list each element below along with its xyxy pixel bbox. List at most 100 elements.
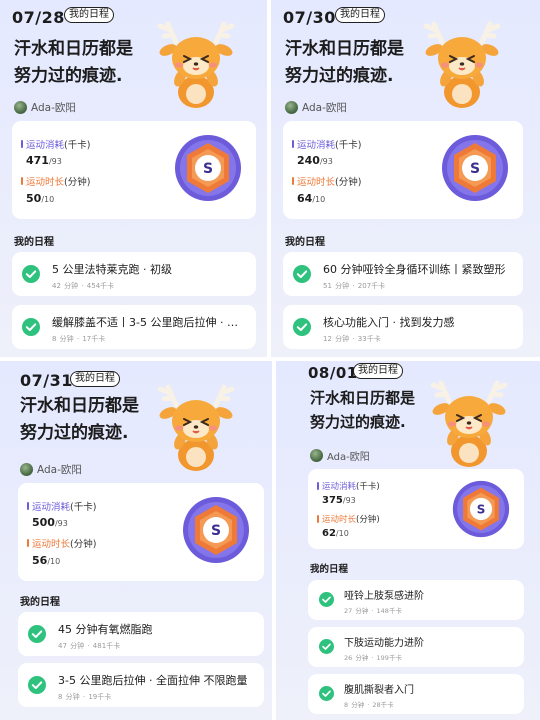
duration-value: 64/10: [297, 192, 326, 205]
my-schedule-tag[interactable]: 我的日程: [353, 363, 403, 379]
schedule-item[interactable]: 缓解膝盖不适丨3-5 公里跑后拉伸 · 全面拉伸 8 分钟 · 17千卡: [12, 305, 256, 349]
headline-line-2: 努力过的痕迹.: [285, 66, 394, 86]
item-meta: 26 分钟 · 199千卡: [344, 654, 402, 662]
headline-line-1: 汗水和日历都是: [285, 39, 404, 59]
schedule-heading: 我的日程: [14, 237, 54, 248]
item-meta: 8 分钟 · 19千卡: [58, 693, 112, 701]
calorie-value: 500/93: [32, 516, 68, 529]
check-icon: [28, 676, 46, 694]
calorie-value: 375/93: [322, 495, 356, 506]
duration-label: 运动时长 (分钟): [317, 513, 380, 525]
item-title: 3-5 公里跑后拉伸 · 全面拉伸 不限跑量: [58, 674, 248, 687]
item-title: 下肢运动能力进阶: [344, 638, 424, 649]
summary-card-0728: 07/28 我的日程 汗水和日历都是 努力过的痕迹. Ada-欧阳 运动消耗 (千…: [0, 0, 267, 357]
headline-line-2: 努力过的痕迹.: [14, 66, 123, 86]
headline-line-2: 努力过的痕迹.: [20, 423, 129, 443]
headline-line-1: 汗水和日历都是: [20, 396, 139, 416]
item-meta: 27 分钟 · 148千卡: [344, 607, 402, 615]
headline: 汗水和日历都是 努力过的痕迹.: [20, 393, 139, 447]
avatar: [20, 463, 33, 476]
schedule-heading: 我的日程: [20, 597, 60, 608]
headline-line-1: 汗水和日历都是: [14, 39, 133, 59]
calorie-label: 运动消耗 (千卡): [21, 137, 90, 151]
schedule-item[interactable]: 腹肌撕裂者入门 8 分钟 · 28千卡: [308, 674, 524, 714]
schedule-item[interactable]: 哑铃上肢泵感进阶 27 分钟 · 148千卡: [308, 580, 524, 620]
check-icon: [293, 265, 311, 283]
duration-value: 50/10: [26, 192, 55, 205]
item-title: 60 分钟哑铃全身循环训练丨紧致塑形: [323, 263, 506, 276]
check-icon: [22, 318, 40, 336]
item-meta: 8 分钟 · 17千卡: [52, 335, 106, 343]
calorie-label: 运动消耗 (千卡): [317, 480, 380, 492]
schedule-item[interactable]: 3-5 公里跑后拉伸 · 全面拉伸 不限跑量 8 分钟 · 19千卡: [18, 663, 264, 707]
item-title: 缓解膝盖不适丨3-5 公里跑后拉伸 · 全面拉伸: [52, 316, 248, 329]
s-grade-badge-icon: [452, 480, 510, 538]
item-meta: 8 分钟 · 28千卡: [344, 701, 394, 709]
avatar: [285, 101, 298, 114]
check-icon: [28, 625, 46, 643]
username: Ada-欧阳: [302, 102, 347, 114]
check-icon: [22, 265, 40, 283]
item-meta: 47 分钟 · 481千卡: [58, 642, 121, 650]
username: Ada-欧阳: [327, 452, 370, 463]
my-schedule-tag[interactable]: 我的日程: [70, 371, 120, 387]
calorie-label: 运动消耗 (千卡): [292, 137, 361, 151]
user-info: Ada-欧阳: [285, 100, 347, 115]
schedule-item[interactable]: 60 分钟哑铃全身循环训练丨紧致塑形 51 分钟 · 207千卡: [283, 252, 523, 296]
check-icon: [319, 592, 334, 607]
summary-card-0730: 07/30 我的日程 汗水和日历都是 努力过的痕迹. Ada-欧阳 运动消耗 (千…: [271, 0, 540, 357]
schedule-item[interactable]: 5 公里法特莱克跑 · 初级 42 分钟 · 454千卡: [12, 252, 256, 296]
date-label: 07/30: [283, 8, 336, 27]
headline: 汗水和日历都是 努力过的痕迹.: [310, 386, 415, 434]
user-info: Ada-欧阳: [14, 100, 76, 115]
duration-value: 62/10: [322, 528, 349, 539]
schedule-item[interactable]: 下肢运动能力进阶 26 分钟 · 199千卡: [308, 627, 524, 667]
duration-value: 56/10: [32, 554, 61, 567]
schedule-item[interactable]: 45 分钟有氧燃脂跑 47 分钟 · 481千卡: [18, 612, 264, 656]
headline: 汗水和日历都是 努力过的痕迹.: [14, 36, 133, 90]
calorie-value: 240/93: [297, 154, 333, 167]
summary-card-0801: 08/01 我的日程 汗水和日历都是 努力过的痕迹. Ada-欧阳 运动消耗 (千…: [276, 361, 540, 720]
duration-label: 运动时长 (分钟): [27, 536, 96, 550]
item-title: 5 公里法特莱克跑 · 初级: [52, 263, 172, 276]
avatar: [310, 449, 323, 462]
stats-card: 运动消耗 (千卡) 375/93 运动时长 (分钟) 62/10: [308, 469, 524, 549]
my-schedule-tag[interactable]: 我的日程: [335, 7, 385, 23]
user-info: Ada-欧阳: [20, 462, 82, 477]
schedule-heading: 我的日程: [285, 237, 325, 248]
duration-label: 运动时长 (分钟): [21, 174, 90, 188]
deer-mascot-icon: [146, 375, 246, 471]
s-grade-badge-icon: [182, 496, 250, 564]
stats-card: 运动消耗 (千卡) 471/93 运动时长 (分钟) 50/10: [12, 121, 256, 219]
s-grade-badge-icon: [441, 134, 509, 202]
calorie-value: 471/93: [26, 154, 62, 167]
username: Ada-欧阳: [37, 464, 82, 476]
my-schedule-tag[interactable]: 我的日程: [64, 7, 114, 23]
item-title: 哑铃上肢泵感进阶: [344, 591, 424, 602]
summary-card-0731: 07/31 我的日程 汗水和日历都是 努力过的痕迹. Ada-欧阳 运动消耗 (千…: [0, 361, 272, 720]
user-info: Ada-欧阳: [310, 448, 370, 463]
duration-label: 运动时长 (分钟): [292, 174, 361, 188]
stats-card: 运动消耗 (千卡) 240/93 运动时长 (分钟) 64/10: [283, 121, 523, 219]
check-icon: [293, 318, 311, 336]
date-label: 07/28: [12, 8, 65, 27]
schedule-heading: 我的日程: [310, 564, 349, 575]
item-title: 核心功能入门 · 找到发力感: [323, 316, 455, 329]
item-meta: 12 分钟 · 33千卡: [323, 335, 381, 343]
headline-line-1: 汗水和日历都是: [310, 389, 416, 407]
avatar: [14, 101, 27, 114]
date-label: 07/31: [20, 371, 73, 390]
stats-card: 运动消耗 (千卡) 500/93 运动时长 (分钟) 56/10: [18, 483, 264, 581]
item-title: 腹肌撕裂者入门: [344, 685, 414, 696]
item-title: 45 分钟有氧燃脂跑: [58, 623, 153, 636]
username: Ada-欧阳: [31, 102, 76, 114]
schedule-item[interactable]: 核心功能入门 · 找到发力感 12 分钟 · 33千卡: [283, 305, 523, 349]
check-icon: [319, 686, 334, 701]
deer-mascot-icon: [412, 12, 512, 108]
item-meta: 42 分钟 · 454千卡: [52, 282, 115, 290]
calorie-label: 运动消耗 (千卡): [27, 499, 96, 513]
s-grade-badge-icon: [174, 134, 242, 202]
headline: 汗水和日历都是 努力过的痕迹.: [285, 36, 404, 90]
headline-line-2: 努力过的痕迹.: [310, 413, 406, 431]
item-meta: 51 分钟 · 207千卡: [323, 282, 386, 290]
